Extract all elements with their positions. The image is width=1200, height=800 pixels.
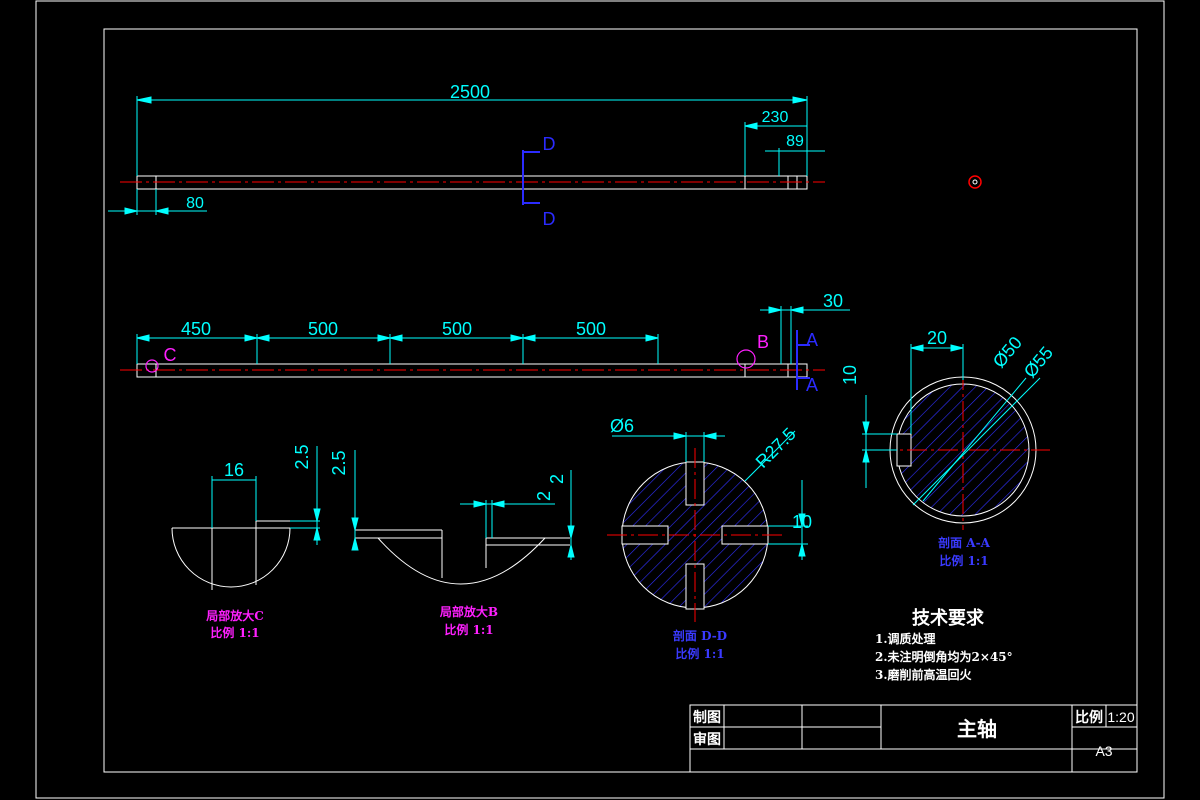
tech-requirement-1: 1.调质处理 xyxy=(875,631,936,646)
title-block-scale-label: 比例 xyxy=(1075,709,1103,726)
detail-c-dim-width: 16 xyxy=(224,460,244,480)
tech-requirements-title: 技术要求 xyxy=(912,607,985,629)
title-block-checked-label: 审图 xyxy=(693,731,721,748)
title-block xyxy=(689,704,1138,773)
section-cut-d xyxy=(522,150,540,205)
tech-requirement-3: 3.磨削前高温回火 xyxy=(875,667,973,682)
section-dd-drawing xyxy=(607,448,785,622)
dim-right-step: 230 xyxy=(762,109,789,126)
dim-total-length: 2500 xyxy=(450,82,490,102)
detail-c-drawing xyxy=(171,520,317,590)
section-dd-caption: 剖面 D-D xyxy=(673,628,727,643)
section-dd-scale: 比例 1:1 xyxy=(675,646,724,661)
detail-b-label: B xyxy=(757,332,769,352)
title-block-sheet-size: A3 xyxy=(1095,743,1112,759)
section-dd-dim-slot: 10 xyxy=(792,512,812,532)
detail-b-scale: 比例 1:1 xyxy=(444,622,493,637)
section-aa-caption: 剖面 A-A xyxy=(938,535,990,550)
dim-segment-1: 450 xyxy=(181,319,211,339)
section-aa-dim-outer: Ø55 xyxy=(1020,343,1057,382)
detail-c-label: C xyxy=(164,345,177,365)
section-aa-dim-depth: 10 xyxy=(840,365,860,385)
detail-b-drawing xyxy=(355,529,570,585)
detail-b-dim-left: 2.5 xyxy=(329,450,349,475)
detail-b-dim-right: 2 xyxy=(547,474,567,484)
side-view-shaft xyxy=(120,349,825,378)
section-mark-d-bottom: D xyxy=(543,209,556,229)
dim-end-30: 30 xyxy=(823,291,843,311)
dim-right-end: 89 xyxy=(786,133,804,150)
detail-b-dim-step: 2 xyxy=(534,491,554,501)
detail-c-dim-height: 2.5 xyxy=(292,444,312,469)
detail-c-caption: 局部放大C xyxy=(206,608,264,623)
side-view-dimensions xyxy=(136,306,850,364)
detail-b-dims xyxy=(351,450,575,560)
section-dd-dim-hole: Ø6 xyxy=(610,416,634,436)
title-block-part-name: 主轴 xyxy=(957,717,997,741)
reference-circle xyxy=(968,175,982,189)
section-aa-dim-inner: Ø50 xyxy=(989,333,1026,372)
dim-segment-3: 500 xyxy=(442,319,472,339)
detail-c-scale: 比例 1:1 xyxy=(210,625,259,640)
tech-requirement-2: 2.未注明倒角均为2×45° xyxy=(875,649,1013,664)
dim-segment-2: 500 xyxy=(308,319,338,339)
section-mark-d-top: D xyxy=(543,134,556,154)
cad-drawing-canvas: 2500 230 89 80 D D C B 450 500 500 500 3… xyxy=(35,0,1165,799)
title-block-drawn-label: 制图 xyxy=(693,709,721,726)
top-view-shaft xyxy=(120,175,982,190)
section-mark-a-top: A xyxy=(806,330,818,350)
top-view-dimensions xyxy=(108,96,825,215)
detail-b-caption: 局部放大B xyxy=(440,604,498,619)
detail-b-circle xyxy=(736,349,756,369)
title-block-scale-value: 1:20 xyxy=(1107,709,1134,725)
dim-left-end: 80 xyxy=(186,195,204,212)
section-aa-scale: 比例 1:1 xyxy=(939,553,988,568)
dim-segment-4: 500 xyxy=(576,319,606,339)
section-aa-dim-width: 20 xyxy=(927,328,947,348)
section-mark-a-bottom: A xyxy=(806,375,818,395)
section-dd-dim-radius: R27.5 xyxy=(752,424,800,472)
